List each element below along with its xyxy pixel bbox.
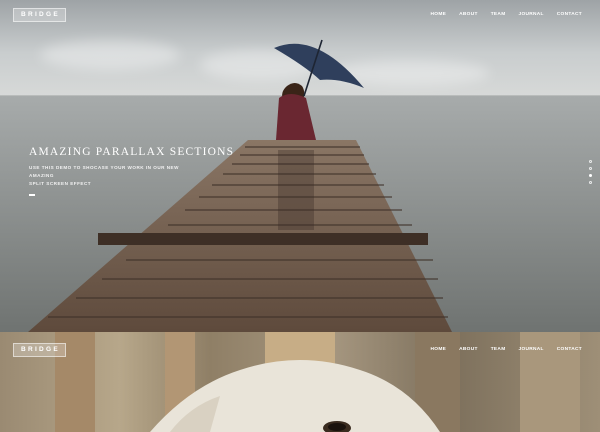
logo-text: BRIDGE [20, 11, 61, 18]
parallax-section-1: BRIDGE HOME ABOUT TEAM JOURNAL CONTACT A… [0, 0, 600, 332]
logo-text-2: BRIDGE [20, 346, 61, 353]
nav-team[interactable]: TEAM [491, 12, 506, 17]
nav-home-2[interactable]: HOME [431, 347, 447, 352]
slider-dot-4[interactable] [589, 181, 592, 184]
hero-subtitle: USE THIS DEMO TO SHOCASE YOUR WORK IN OU… [29, 164, 179, 188]
dog-image [150, 360, 440, 432]
slider-dot-3[interactable] [589, 174, 592, 177]
main-nav-2: HOME ABOUT TEAM JOURNAL CONTACT [431, 347, 582, 352]
hero-subtitle-line-2: SPLIT SCREEN EFFECT [29, 181, 92, 186]
nav-about[interactable]: ABOUT [459, 12, 478, 17]
page: BRIDGE HOME ABOUT TEAM JOURNAL CONTACT A… [0, 0, 600, 432]
nav-journal[interactable]: JOURNAL [519, 12, 544, 17]
slider-dot-1[interactable] [589, 160, 592, 163]
hero-text-block: AMAZING PARALLAX SECTIONS USE THIS DEMO … [29, 146, 289, 196]
slider-dot-2[interactable] [589, 167, 592, 170]
hero-separator [29, 194, 35, 196]
slider-dots [589, 160, 593, 188]
hero-subtitle-line-1: USE THIS DEMO TO SHOCASE YOUR WORK IN OU… [29, 165, 179, 178]
main-nav: HOME ABOUT TEAM JOURNAL CONTACT [431, 12, 582, 17]
nav-home[interactable]: HOME [431, 12, 447, 17]
site-logo-2[interactable]: BRIDGE [13, 343, 66, 357]
nav-contact-2[interactable]: CONTACT [557, 347, 582, 352]
site-logo[interactable]: BRIDGE [13, 8, 66, 22]
nav-about-2[interactable]: ABOUT [459, 347, 478, 352]
nav-contact[interactable]: CONTACT [557, 12, 582, 17]
hero-title: AMAZING PARALLAX SECTIONS [29, 146, 235, 158]
site-header: BRIDGE HOME ABOUT TEAM JOURNAL CONTACT [0, 0, 600, 30]
nav-team-2[interactable]: TEAM [491, 347, 506, 352]
site-header-2: BRIDGE HOME ABOUT TEAM JOURNAL CONTACT [0, 335, 600, 365]
nav-journal-2[interactable]: JOURNAL [519, 347, 544, 352]
